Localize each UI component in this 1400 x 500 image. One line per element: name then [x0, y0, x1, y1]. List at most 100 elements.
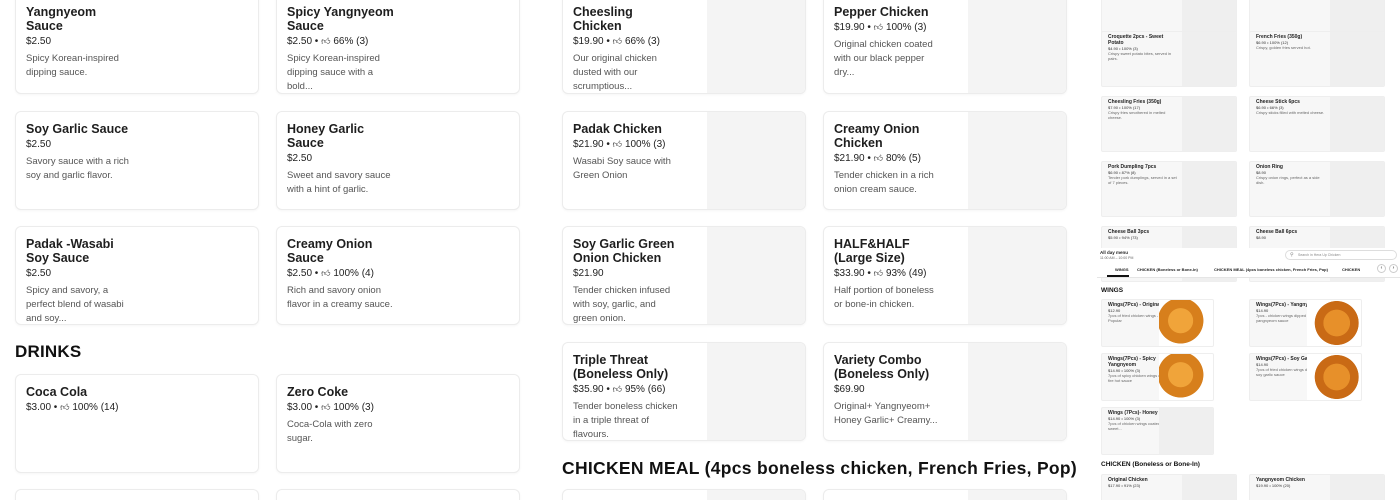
- item-description: Tender boneless chicken in a triple thre…: [573, 401, 678, 440]
- item-price-rating: $2.50: [26, 138, 134, 152]
- chicken-item-card[interactable]: Pepper Chicken $19.90 • 👍︎ 100% (3) Origin…: [823, 0, 1067, 94]
- menu-tab[interactable]: CHICKEN: [1342, 267, 1360, 272]
- mini-item-title: French Fries (350g): [1256, 34, 1303, 40]
- chicken-item-card[interactable]: Padak Chicken $21.90 • 👍︎ 100% (3) Wasabi …: [562, 111, 806, 210]
- drink-item-card[interactable]: Zero Coke $3.00 • 👍︎ 100% (3) Coca-Cola wi…: [276, 374, 520, 473]
- mini-item-image: [1182, 162, 1236, 216]
- sauce-item-card[interactable]: Creamy Onion Sauce $2.50 • 👍︎ 100% (4) Ric…: [276, 226, 520, 325]
- menu-tab[interactable]: WINGS: [1115, 267, 1129, 272]
- item-price: $19.90: [573, 36, 604, 47]
- item-title: Soy Garlic Green Onion Chicken: [573, 237, 675, 265]
- item-price-rating: $19.90 • 👍︎ 66% (3): [573, 35, 681, 49]
- card-content: Creamy Onion Chicken $21.90 • 👍︎ 80% (5) T…: [824, 112, 952, 197]
- wings-item-card[interactable]: Wings(7Pcs) - Yangnyeom $14.90 7pcs - chic…: [1249, 299, 1362, 347]
- chicken-meal-heading: CHICKEN MEAL (4pcs boneless chicken, Fre…: [562, 458, 1078, 478]
- tabs-prev-button[interactable]: ‹: [1377, 264, 1386, 273]
- mini-item-image: [1307, 354, 1361, 400]
- chicken-preview-card[interactable]: Yangnyeom Chicken $19.90 • 100% (20): [1249, 474, 1385, 500]
- item-rating: 100% (4): [333, 268, 374, 279]
- item-image: [707, 227, 805, 324]
- item-rating: 100% (3): [885, 22, 927, 33]
- item-description: Spicy and savory, a perfect blend of was…: [26, 285, 124, 324]
- item-rating: 100% (14): [72, 402, 119, 413]
- wings-item-card[interactable]: Wings(7Pcs) - Soy Garlic $14.90 7pcs of fr…: [1249, 353, 1362, 401]
- item-title: Soy Garlic Sauce: [26, 122, 129, 136]
- item-price-rating: $3.00 • 👍︎ 100% (14): [26, 401, 134, 415]
- item-price: $33.90: [834, 268, 865, 279]
- menu-item-card[interactable]: [276, 489, 520, 500]
- mini-item-title: Cheesling Fries (350g): [1108, 99, 1162, 105]
- thumbs-up-icon: 👍︎: [321, 403, 334, 413]
- item-price: $2.50: [287, 268, 313, 279]
- mini-item-title: Original Chicken: [1108, 477, 1148, 483]
- item-title: Spicy Yangnyeom Sauce: [287, 5, 394, 33]
- preview-item-card[interactable]: Onion Ring $8.90 Crispy onion rings, perfe…: [1249, 161, 1385, 217]
- chicken-item-card[interactable]: Soy Garlic Green Onion Chicken $21.90 Tend…: [562, 226, 806, 325]
- item-description: Original+ Yangnyeom+ Honey Garlic+ Cream…: [834, 401, 938, 426]
- preview-item-card[interactable]: Cheesling Fries (350g) $7.90 • 100% (17) C…: [1101, 96, 1237, 152]
- menu-tab[interactable]: CHICKEN (Boneless or Bone-In): [1137, 267, 1198, 272]
- card-content: Spicy Yangnyeom Sauce $2.50 • 👍︎ 66% (3) S…: [277, 0, 405, 93]
- item-title: Coca Cola: [26, 385, 88, 399]
- separator: •: [864, 22, 874, 33]
- chicken-item-card[interactable]: Variety Combo (Boneless Only) $69.90 Origi…: [823, 342, 1067, 441]
- item-title: HALF&HALF (Large Size): [834, 237, 910, 265]
- item-title: Padak -Wasabi Soy Sauce: [26, 237, 114, 265]
- chicken-preview-card[interactable]: Original Chicken $17.90 • 91% (23): [1101, 474, 1237, 500]
- item-title: Pepper Chicken: [834, 5, 929, 19]
- item-description: Sweet and savory sauce with a hint of ga…: [287, 170, 391, 195]
- item-image: [707, 490, 805, 500]
- sauce-item-card[interactable]: Honey Garlic Sauce $2.50 Sweet and savory …: [276, 111, 520, 210]
- card-content: Soy Garlic Sauce $2.50 Savory sauce with a…: [16, 112, 144, 183]
- chicken-item-card[interactable]: Cheesling Chicken $19.90 • 👍︎ 66% (3) Our …: [562, 0, 806, 94]
- tabs-next-button[interactable]: ›: [1389, 264, 1398, 273]
- sauce-item-card[interactable]: Yangnyeom Sauce $2.50 Spicy Korean-inspire…: [15, 0, 259, 94]
- chicken-item-card[interactable]: Creamy Onion Chicken $21.90 • 👍︎ 80% (5) T…: [823, 111, 1067, 210]
- mini-item-title: Cheese Ball 6pcs: [1256, 229, 1298, 235]
- item-price: $21.90: [834, 153, 865, 164]
- preview-item-card[interactable]: French Fries (350g) $6.90 • 100% (12) Cris…: [1249, 31, 1385, 87]
- item-description: Tender chicken in a rich onion cream sau…: [834, 170, 934, 195]
- mini-item-image: [1330, 475, 1384, 500]
- item-price: $2.50: [287, 36, 313, 47]
- separator: •: [312, 402, 322, 413]
- separator: •: [864, 153, 874, 164]
- wings-item-card[interactable]: Wings(7Pcs) - Original $12.90 7pcs of frie…: [1101, 299, 1214, 347]
- thumbs-up-icon: 👍︎: [873, 154, 886, 164]
- menu-schedule-time: 11:00 AM – 10:00 PM: [1100, 256, 1134, 260]
- menu-search-input[interactable]: ⚲ Search in Hera Up Chicken: [1285, 250, 1397, 260]
- menu-item-card[interactable]: [15, 489, 259, 500]
- item-rating: 66% (3): [624, 36, 660, 47]
- item-description: Rich and savory onion flavor in a creamy…: [287, 285, 393, 310]
- chevron-right-icon: ›: [1392, 265, 1395, 271]
- sauce-item-card[interactable]: Spicy Yangnyeom Sauce $2.50 • 👍︎ 66% (3) S…: [276, 0, 520, 94]
- item-title: Cheesling Chicken: [573, 5, 633, 33]
- menu-schedule-label[interactable]: All day menu: [1100, 250, 1128, 255]
- sauce-item-card[interactable]: Soy Garlic Sauce $2.50 Savory sauce with a…: [15, 111, 259, 210]
- mini-item-description: Crispy sweet potato bites, served in pai…: [1108, 51, 1172, 61]
- item-price-rating: $21.90 • 👍︎ 80% (5): [834, 152, 942, 166]
- item-price-rating: $35.90 • 👍︎ 95% (66): [573, 383, 681, 397]
- item-rating: 100% (3): [333, 402, 374, 413]
- chicken-item-card[interactable]: HALF&HALF (Large Size) $33.90 • 👍︎ 93% (4…: [823, 226, 1067, 325]
- card-content: Triple Threat (Boneless Only) $35.90 • 👍︎…: [563, 343, 691, 440]
- wings-item-card[interactable]: Wings (7Pcs)- Honey Garlic $14.90 • 100% …: [1101, 407, 1214, 455]
- drink-item-card[interactable]: Coca Cola $3.00 • 👍︎ 100% (14): [15, 374, 259, 473]
- mini-item-image: [1330, 32, 1384, 86]
- mini-item-image: [1159, 354, 1213, 400]
- menu-tab[interactable]: CHICKEN MEAL (4pcs boneless chicken, Fre…: [1214, 267, 1328, 272]
- preview-item-card[interactable]: Croquette 2pcs - Sweet Potato $4.90 • 100…: [1101, 31, 1237, 87]
- item-description: Tender chicken infused with soy, garlic,…: [573, 285, 671, 324]
- mini-item-image: [1182, 475, 1236, 500]
- item-price: $2.50: [26, 36, 52, 47]
- wings-item-card[interactable]: Wings(7Pcs) - Spicy Yangnyeom $14.90 • 10…: [1101, 353, 1214, 401]
- item-rating: 80% (5): [885, 153, 921, 164]
- menu-item-card[interactable]: [562, 489, 806, 500]
- preview-item-card[interactable]: Pork Dumpling 7pcs $6.90 • 87% (8) Tender …: [1101, 161, 1237, 217]
- item-image: [968, 112, 1066, 209]
- sauce-item-card[interactable]: Padak -Wasabi Soy Sauce $2.50 Spicy and sa…: [15, 226, 259, 325]
- preview-item-card[interactable]: Cheese Stick 6pcs $6.90 • 66% (3) Crispy s…: [1249, 96, 1385, 152]
- menu-item-card[interactable]: [823, 489, 1067, 500]
- item-title: Yangnyeom Sauce: [26, 5, 97, 33]
- chicken-item-card[interactable]: Triple Threat (Boneless Only) $35.90 • 👍︎…: [562, 342, 806, 441]
